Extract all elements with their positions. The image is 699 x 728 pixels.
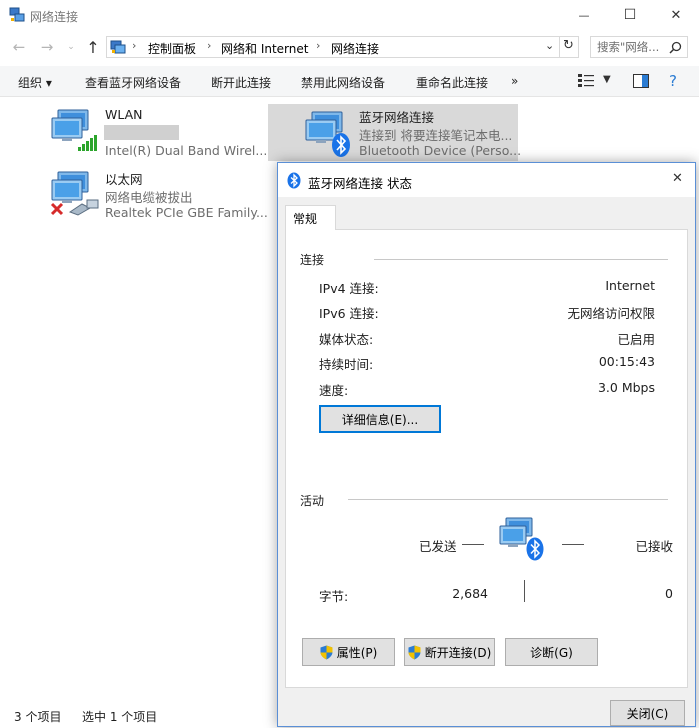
connection-name: 蓝牙网络连接 <box>359 110 435 125</box>
ipv6-label: IPv6 连接: <box>319 306 379 321</box>
preview-pane-icon[interactable] <box>633 74 649 88</box>
properties-label: 属性(P) <box>336 645 378 660</box>
view-dropdown-icon[interactable]: ▼ <box>603 74 611 85</box>
help-icon[interactable]: ? <box>669 72 677 90</box>
connection-item-ethernet[interactable]: 以太网 网络电缆被拔出 Realtek PCIe GBE Family... <box>48 166 268 222</box>
disconnect-label: 断开连接(D) <box>424 645 492 660</box>
close-button[interactable]: ✕ <box>653 0 699 30</box>
dialog-title: 蓝牙网络连接 状态 <box>308 176 412 191</box>
window-title: 网络连接 <box>30 10 79 24</box>
bluetooth-icon <box>332 133 350 157</box>
disconnect-connection-button[interactable]: 断开此连接 <box>211 74 271 91</box>
connection-name: 以太网 <box>105 172 143 187</box>
duration-label: 持续时间: <box>319 357 374 372</box>
rename-connection-button[interactable]: 重命名此连接 <box>416 74 488 91</box>
wifi-signal-icon <box>78 135 97 151</box>
search-input[interactable] <box>591 37 667 57</box>
dialog-close-icon[interactable]: ✕ <box>672 171 683 186</box>
maximize-icon: ☐ <box>623 7 637 23</box>
bytes-label: 字节: <box>319 589 349 604</box>
bytes-divider <box>524 580 525 602</box>
command-bar: 组织 ▾ 查看蓝牙网络设备 断开此连接 禁用此网络设备 重命名此连接 » ▼ ? <box>0 66 699 97</box>
view-bluetooth-devices-button[interactable]: 查看蓝牙网络设备 <box>85 74 181 91</box>
maximize-button[interactable]: ☐ <box>607 0 653 30</box>
address-bar[interactable]: › 控制面板 › 网络和 Internet › 网络连接 ⌄ ↻ <box>106 36 579 58</box>
error-x-icon <box>50 202 64 216</box>
minimize-button[interactable]: — <box>561 0 607 30</box>
forward-button[interactable]: → <box>38 38 56 56</box>
breadcrumb-separator: › <box>132 39 137 52</box>
minimize-icon: — <box>578 8 590 22</box>
activity-group-title: 活动 <box>300 494 325 508</box>
media-state-value: 已启用 <box>617 332 655 347</box>
connection-device: Bluetooth Device (Perso... <box>359 143 522 158</box>
breadcrumb-separator: › <box>207 39 212 52</box>
more-commands-button[interactable]: » <box>511 74 518 88</box>
bluetooth-icon <box>287 172 301 189</box>
breadcrumb-network-connections[interactable]: 网络连接 <box>331 40 379 57</box>
speed-value: 3.0 Mbps <box>597 380 655 395</box>
disconnect-button[interactable]: 断开连接(D) <box>404 638 495 666</box>
properties-button[interactable]: 属性(P) <box>302 638 395 666</box>
uac-shield-icon <box>408 645 421 659</box>
search-box[interactable] <box>590 36 688 58</box>
bytes-received-value: 0 <box>665 586 673 601</box>
speed-label: 速度: <box>319 383 349 398</box>
up-button[interactable]: ↑ <box>84 37 102 57</box>
connection-status: 连接到 将要连接笔记本电... <box>359 128 513 143</box>
sent-label: 已发送 <box>419 539 457 554</box>
connection-group-title: 连接 <box>300 253 325 267</box>
tab-general[interactable]: 常规 <box>285 205 336 230</box>
search-icon[interactable] <box>669 41 682 54</box>
chevron-down-icon: ⌄ <box>67 42 75 52</box>
connection-device: Intel(R) Dual Band Wirel... <box>105 143 268 158</box>
group-divider <box>348 499 668 500</box>
duration-value: 00:15:43 <box>598 354 655 369</box>
title-bar: 网络连接 — ☐ ✕ <box>0 0 699 32</box>
bytes-sent-value: 2,684 <box>452 586 488 601</box>
selected-count: 选中 1 个项目 <box>82 710 158 724</box>
bluetooth-status-dialog: 蓝牙网络连接 状态 ✕ 常规 连接 IPv4 连接: Internet IPv6… <box>277 162 696 727</box>
connection-status: 网络电缆被拔出 <box>105 190 193 205</box>
back-button[interactable]: ← <box>10 38 28 56</box>
refresh-icon[interactable]: ↻ <box>563 38 574 53</box>
organize-menu[interactable]: 组织 ▾ <box>18 74 52 91</box>
redacted-network-name <box>104 125 179 140</box>
ipv4-value: Internet <box>605 278 655 293</box>
breadcrumb-control-panel[interactable]: 控制面板 <box>148 40 196 57</box>
connection-device: Realtek PCIe GBE Family... <box>105 205 268 220</box>
connection-item-wlan[interactable]: WLAN Intel(R) Dual Band Wirel... <box>48 104 267 160</box>
ethernet-cable-icon <box>68 199 99 216</box>
network-connections-icon <box>9 7 25 22</box>
forward-arrow-icon: → <box>40 38 54 56</box>
dialog-title-bar: 蓝牙网络连接 状态 ✕ <box>278 163 695 197</box>
view-options-icon[interactable] <box>578 74 594 88</box>
details-button[interactable]: 详细信息(E)... <box>319 405 441 433</box>
up-arrow-icon: ↑ <box>86 37 100 57</box>
received-label: 已接收 <box>635 539 673 554</box>
media-state-label: 媒体状态: <box>319 332 374 347</box>
close-icon: ✕ <box>670 7 682 23</box>
address-divider <box>559 36 560 58</box>
control-panel-icon <box>110 40 126 54</box>
bluetooth-icon <box>526 537 544 561</box>
received-line <box>562 544 584 545</box>
ipv6-value: 无网络访问权限 <box>567 306 655 321</box>
uac-shield-icon <box>320 645 333 659</box>
sent-line <box>462 544 484 545</box>
diagnose-button[interactable]: 诊断(G) <box>505 638 598 666</box>
breadcrumb-network-internet[interactable]: 网络和 Internet <box>221 40 308 57</box>
connection-name: WLAN <box>105 107 143 122</box>
recent-locations-button[interactable]: ⌄ <box>62 38 80 56</box>
address-dropdown-icon[interactable]: ⌄ <box>545 39 554 52</box>
dialog-close-button[interactable]: 关闭(C) <box>610 700 685 726</box>
item-count: 3 个项目 <box>14 710 62 724</box>
breadcrumb-separator: › <box>316 39 321 52</box>
disable-device-button[interactable]: 禁用此网络设备 <box>301 74 385 91</box>
back-arrow-icon: ← <box>12 38 26 56</box>
group-divider <box>374 259 668 260</box>
connection-item-bluetooth[interactable]: 蓝牙网络连接 连接到 将要连接笔记本电... Bluetooth Device … <box>268 104 522 161</box>
ipv4-label: IPv4 连接: <box>319 281 379 296</box>
general-tab-panel: 连接 IPv4 连接: Internet IPv6 连接: 无网络访问权限 媒体… <box>285 229 688 688</box>
